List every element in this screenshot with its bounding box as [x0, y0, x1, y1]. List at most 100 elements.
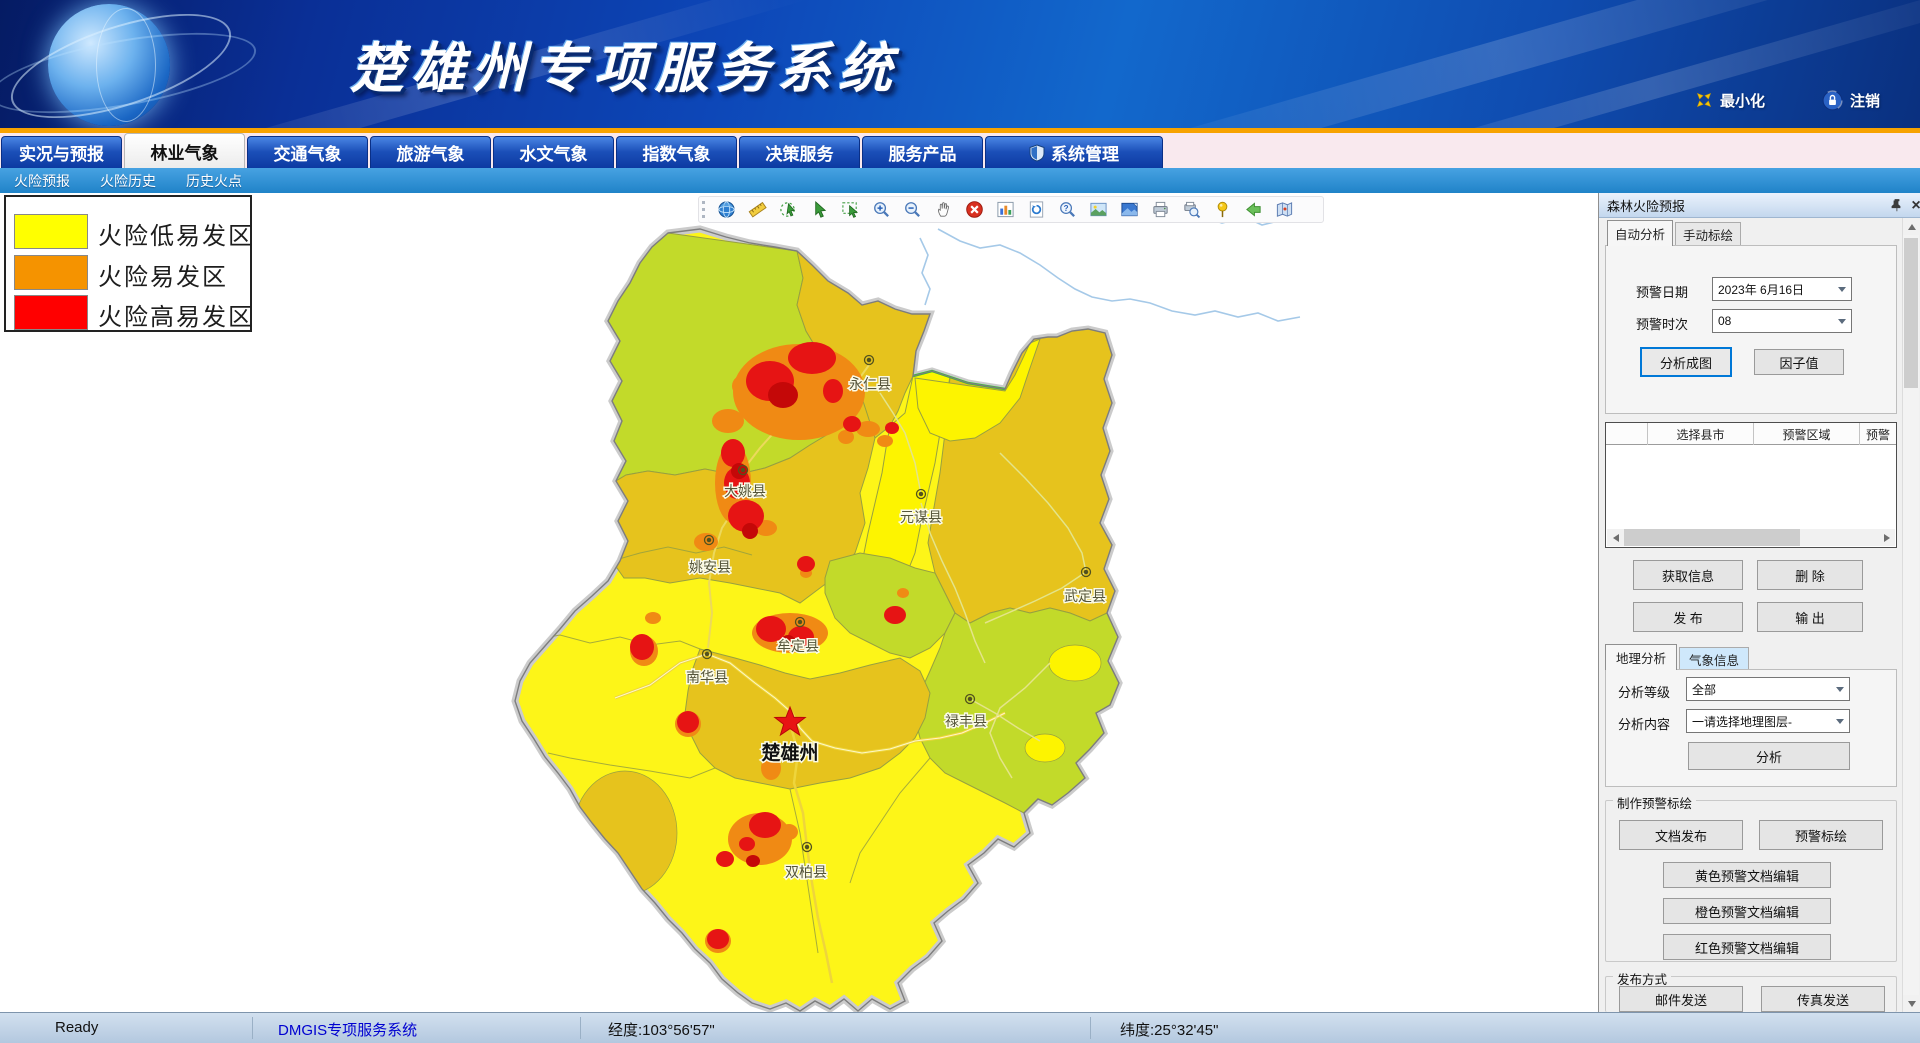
tab-geo-analysis[interactable]: 地理分析 [1605, 644, 1677, 670]
county-label: 永仁县 [849, 376, 891, 392]
county-label: 元谋县 [900, 509, 942, 525]
select-by-circle-icon[interactable] [773, 197, 804, 222]
publish-button[interactable]: 发 布 [1633, 602, 1743, 632]
subnav-fire-history[interactable]: 火险历史 [100, 168, 156, 193]
river-lines [920, 209, 1300, 321]
tab-manual-plot[interactable]: 手动标绘 [1675, 222, 1741, 246]
zoom-in-icon[interactable] [866, 197, 897, 222]
logout-button[interactable]: 注销 [1822, 88, 1880, 112]
minimize-button[interactable]: 最小化 [1695, 88, 1765, 112]
tab-weather-info[interactable]: 气象信息 [1679, 647, 1749, 671]
close-panel-button[interactable]: × [1907, 197, 1920, 214]
export-image-icon[interactable] [1114, 197, 1145, 222]
refresh-page-icon[interactable] [1021, 197, 1052, 222]
legend-label-high: 火险高易发区 [98, 297, 254, 332]
print-preview-icon[interactable] [1176, 197, 1207, 222]
status-latitude: 纬度:25°32'45" [1120, 1019, 1218, 1040]
yellow-warning-edit-button[interactable]: 黄色预警文档编辑 [1663, 862, 1831, 888]
overview-map-icon[interactable] [1269, 197, 1300, 222]
scroll-down-button[interactable] [1903, 995, 1920, 1012]
get-info-button[interactable]: 获取信息 [1633, 560, 1743, 590]
analyze-to-map-button[interactable]: 分析成图 [1640, 347, 1732, 377]
tab-index-weather[interactable]: 指数气象 [616, 136, 737, 168]
export-button[interactable]: 输 出 [1757, 602, 1863, 632]
email-send-button[interactable]: 邮件发送 [1619, 986, 1743, 1012]
analysis-level-label: 分析等级 [1618, 682, 1670, 701]
panel-vscrollbar[interactable] [1902, 218, 1919, 1012]
toolbar-grip[interactable] [702, 201, 706, 218]
tab-live-forecast[interactable]: 实况与预报 [1, 136, 122, 168]
fax-send-button[interactable]: 传真发送 [1761, 986, 1885, 1012]
warn-date-select[interactable]: 2023年 6月16日 [1712, 277, 1852, 301]
tab-tourism-weather[interactable]: 旅游气象 [370, 136, 491, 168]
print-icon[interactable] [1145, 197, 1176, 222]
tab-forestry-weather[interactable]: 林业气象 [124, 133, 245, 168]
hscroll-thumb[interactable] [1624, 529, 1800, 546]
warning-table[interactable]: 选择县市 预警区域 预警 [1605, 422, 1897, 548]
vscroll-thumb[interactable] [1904, 238, 1918, 388]
status-system-name: DMGIS专项服务系统 [278, 1019, 417, 1040]
tab-system-admin[interactable]: 系统管理 [985, 136, 1163, 168]
county-label: 牟定县 [777, 638, 819, 654]
warn-time-select[interactable]: 08 [1712, 309, 1852, 333]
sub-nav-bar: 火险预报 火险历史 历史火点 [0, 168, 1920, 193]
select-features-icon[interactable] [835, 197, 866, 222]
county-label: 大姚县 [724, 483, 766, 499]
doc-publish-button[interactable]: 文档发布 [1619, 820, 1743, 850]
chevron-down-icon [1836, 719, 1844, 728]
status-separator [580, 1017, 581, 1039]
tab-auto-analysis[interactable]: 自动分析 [1607, 220, 1673, 246]
pan-hand-icon[interactable] [928, 197, 959, 222]
legend-swatch-low [14, 214, 88, 249]
pushpin-icon[interactable] [1207, 197, 1238, 222]
tab-hydro-weather[interactable]: 水文气象 [493, 136, 614, 168]
back-arrow-icon[interactable] [1238, 197, 1269, 222]
county-label: 禄丰县 [945, 713, 987, 729]
city-label: 楚雄州 [761, 741, 818, 764]
red-warning-edit-button[interactable]: 红色预警文档编辑 [1663, 934, 1831, 960]
identify-icon[interactable]: ? [1052, 197, 1083, 222]
scroll-left-button[interactable] [1607, 529, 1624, 546]
scroll-right-button[interactable] [1878, 529, 1895, 546]
scroll-up-button[interactable] [1903, 218, 1920, 235]
status-separator [1090, 1017, 1091, 1039]
minimize-arrows-icon [1695, 91, 1713, 109]
delete-button[interactable]: 删 除 [1757, 560, 1863, 590]
analysis-content-select[interactable]: 一请选择地理图层- [1686, 709, 1850, 733]
pin-panel-button[interactable] [1888, 197, 1906, 214]
factor-value-button[interactable]: 因子值 [1754, 349, 1844, 375]
table-col-county: 选择县市 [1648, 423, 1754, 445]
zoom-out-icon[interactable] [897, 197, 928, 222]
map-legend: 火险低易发区 火险易发区 火险高易发区 [4, 195, 252, 332]
auto-analysis-page: 预警日期 2023年 6月16日 预警时次 08 分析成图 因子值 [1605, 245, 1897, 414]
app-header: 楚雄州专项服务系统 最小化 注销 [0, 0, 1920, 128]
map-canvas[interactable]: 永仁县 元谋县 大姚县 姚安县 武定县 南华县 牟定县 禄丰县 双柏县 楚雄州 … [0, 193, 1598, 1012]
orange-warning-edit-button[interactable]: 橙色预警文档编辑 [1663, 898, 1831, 924]
analyze-button[interactable]: 分析 [1688, 742, 1850, 770]
chevron-down-icon [1838, 319, 1846, 328]
globe-meridian-icon [96, 8, 156, 122]
chart-icon[interactable] [990, 197, 1021, 222]
tab-service-products[interactable]: 服务产品 [862, 136, 983, 168]
measure-icon[interactable] [742, 197, 773, 222]
header-streak [1062, 0, 1920, 128]
table-hscrollbar[interactable] [1607, 529, 1895, 546]
tab-traffic-weather[interactable]: 交通气象 [247, 136, 368, 168]
globe-icon[interactable] [711, 197, 742, 222]
county-label: 双柏县 [785, 864, 827, 880]
tab-decision-service[interactable]: 决策服务 [739, 136, 860, 168]
image-icon[interactable] [1083, 197, 1114, 222]
table-col-warn: 预警 [1860, 423, 1896, 445]
analysis-level-select[interactable]: 全部 [1686, 677, 1850, 701]
lock-icon [1822, 90, 1843, 111]
stop-icon[interactable] [959, 197, 990, 222]
warn-plot-button[interactable]: 预警标绘 [1759, 820, 1883, 850]
subnav-historic-fire-points[interactable]: 历史火点 [186, 168, 242, 193]
subnav-fire-forecast[interactable]: 火险预报 [14, 168, 70, 193]
map-toolbar: ? [698, 196, 1324, 223]
forest-fire-panel: 森林火险预报 × 自动分析 手动标绘 预警日期 2023年 6月16日 预警时次… [1598, 193, 1920, 1012]
pointer-icon[interactable] [804, 197, 835, 222]
panel-title: 森林火险预报 [1607, 196, 1685, 215]
app-title: 楚雄州专项服务系统 [350, 24, 899, 103]
logout-label: 注销 [1850, 90, 1880, 111]
